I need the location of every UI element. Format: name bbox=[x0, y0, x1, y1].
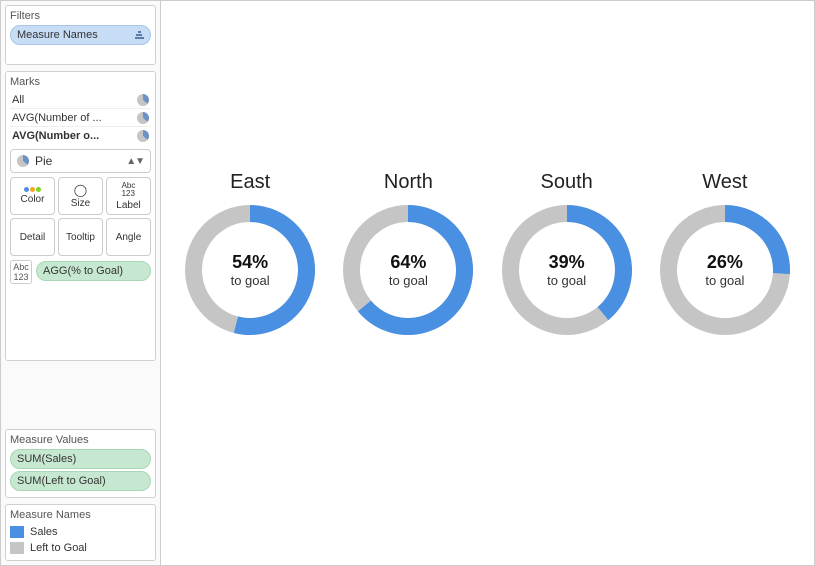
donut-row: East54%to goalNorth64%to goalSouth39%to … bbox=[161, 171, 814, 340]
donut-subtitle: to goal bbox=[389, 273, 428, 288]
marks-layer-avg-2[interactable]: AVG(Number o... bbox=[10, 127, 151, 145]
filters-title: Filters bbox=[10, 10, 151, 22]
filters-panel: Filters Measure Names bbox=[5, 5, 156, 65]
marks-layer-list: All AVG(Number of ... AVG(Number o... bbox=[10, 91, 151, 145]
mark-type-dropdown[interactable]: Pie ▲▼ bbox=[10, 149, 151, 173]
donut-chart: 64%to goal bbox=[338, 200, 478, 340]
donut-pct-value: 39% bbox=[549, 252, 585, 273]
pie-icon bbox=[137, 130, 149, 142]
measure-values-panel: Measure Values SUM(Sales) SUM(Left to Go… bbox=[5, 429, 156, 498]
donut-center-label: 54%to goal bbox=[180, 200, 320, 340]
donut-chart: 39%to goal bbox=[497, 200, 637, 340]
label-chip-icon: Abc123 bbox=[10, 260, 32, 284]
measure-values-title: Measure Values bbox=[10, 434, 151, 446]
mark-type-label: Pie bbox=[35, 154, 52, 168]
pie-icon bbox=[137, 112, 149, 124]
size-icon: ◯ bbox=[74, 184, 87, 196]
donut-pct-value: 26% bbox=[707, 252, 743, 273]
donut-subtitle: to goal bbox=[547, 273, 586, 288]
legend-panel: Measure Names Sales Left to Goal bbox=[5, 504, 156, 561]
marks-layer-all[interactable]: All bbox=[10, 91, 151, 109]
donut-west: West 26%to goal bbox=[650, 171, 800, 340]
donut-east: East 54%to goal bbox=[175, 171, 325, 340]
donut-subtitle: to goal bbox=[231, 273, 270, 288]
dropdown-caret-icon: ▲▼ bbox=[126, 156, 144, 167]
shelf-tooltip[interactable]: Tooltip bbox=[58, 218, 103, 256]
marks-shelves-row-1: Color ◯ Size Abc123 Label bbox=[10, 177, 151, 215]
donut-south: South 39%to goal bbox=[492, 171, 642, 340]
mv-pill-sum-sales[interactable]: SUM(Sales) bbox=[10, 449, 151, 469]
donut-title: West bbox=[702, 171, 747, 194]
sort-bars-icon bbox=[134, 31, 144, 39]
label-icon: Abc123 bbox=[122, 182, 136, 198]
donut-center-label: 26%to goal bbox=[655, 200, 795, 340]
donut-subtitle: to goal bbox=[705, 273, 744, 288]
shelf-size[interactable]: ◯ Size bbox=[58, 177, 103, 215]
donut-pct-value: 64% bbox=[390, 252, 426, 273]
donut-title: South bbox=[540, 171, 592, 194]
legend-swatch-sales bbox=[10, 526, 24, 538]
sidebar: Filters Measure Names Marks All AVG(Numb… bbox=[1, 1, 161, 565]
donut-center-label: 39%to goal bbox=[497, 200, 637, 340]
pie-icon bbox=[137, 94, 149, 106]
donut-center-label: 64%to goal bbox=[338, 200, 478, 340]
app-root: Filters Measure Names Marks All AVG(Numb… bbox=[0, 0, 815, 566]
donut-pct-value: 54% bbox=[232, 252, 268, 273]
legend-swatch-left-to-goal bbox=[10, 542, 24, 554]
donut-chart: 26%to goal bbox=[655, 200, 795, 340]
shelf-detail[interactable]: Detail bbox=[10, 218, 55, 256]
mv-pill-sum-left-to-goal[interactable]: SUM(Left to Goal) bbox=[10, 471, 151, 491]
shelf-label[interactable]: Abc123 Label bbox=[106, 177, 151, 215]
filter-pill-label: Measure Names bbox=[17, 29, 98, 41]
chart-canvas: East54%to goalNorth64%to goalSouth39%to … bbox=[161, 1, 814, 565]
shelf-color[interactable]: Color bbox=[10, 177, 55, 215]
marks-title: Marks bbox=[10, 76, 151, 88]
color-icon bbox=[24, 187, 41, 192]
legend-item-left-to-goal[interactable]: Left to Goal bbox=[10, 540, 151, 556]
marks-panel: Marks All AVG(Number of ... AVG(Number o… bbox=[5, 71, 156, 361]
legend-item-sales[interactable]: Sales bbox=[10, 524, 151, 540]
legend-title: Measure Names bbox=[10, 509, 151, 521]
filter-pill-measure-names[interactable]: Measure Names bbox=[10, 25, 151, 45]
pie-icon bbox=[17, 155, 29, 167]
marks-shelves-row-2: Detail Tooltip Angle bbox=[10, 218, 151, 256]
donut-chart: 54%to goal bbox=[180, 200, 320, 340]
donut-title: East bbox=[230, 171, 270, 194]
marks-layer-avg-1[interactable]: AVG(Number of ... bbox=[10, 109, 151, 127]
donut-title: North bbox=[384, 171, 433, 194]
donut-north: North 64%to goal bbox=[333, 171, 483, 340]
label-pill-agg-pct-to-goal[interactable]: AGG(% to Goal) bbox=[36, 261, 151, 281]
shelf-angle[interactable]: Angle bbox=[106, 218, 151, 256]
